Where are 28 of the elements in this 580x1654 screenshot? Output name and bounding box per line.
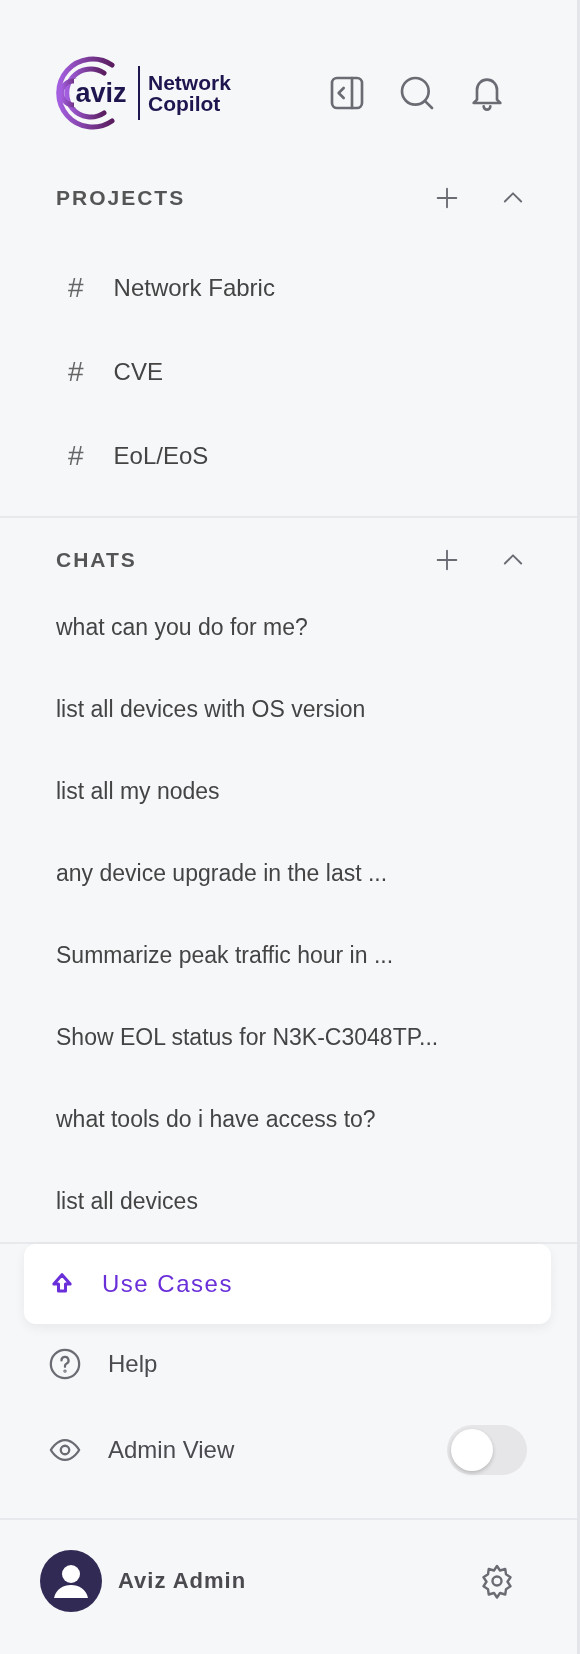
chat-item[interactable]: list all devices [56, 1187, 198, 1215]
hash-icon: # [68, 356, 84, 388]
product-name: Network [148, 72, 231, 93]
settings-button[interactable] [479, 1563, 515, 1599]
user-name: Aviz Admin [118, 1568, 248, 1594]
chat-item[interactable]: list all my nodes [56, 777, 220, 805]
logo-text: aviz [74, 79, 128, 107]
project-item[interactable]: Network Fabric [113, 274, 275, 302]
menu-item[interactable]: Help [24, 1324, 551, 1404]
chat-item[interactable]: list all devices with OS version [56, 695, 366, 723]
avatar-icon [40, 1550, 102, 1612]
product-name: Copilot [148, 93, 222, 114]
chat-item[interactable]: any device upgrade in the last ... [56, 859, 388, 887]
menu-label: Admin View [108, 1436, 236, 1464]
section-heading: CHATS [56, 548, 138, 572]
chat-item[interactable]: what can you do for me? [56, 613, 308, 641]
chat-item[interactable]: Show EOL status for N3K-C3048TP... [56, 1023, 439, 1051]
project-item[interactable]: CVE [113, 358, 163, 386]
section-heading: PROJECTS [56, 186, 187, 210]
menu-item[interactable]: Use Cases [24, 1244, 551, 1324]
hash-icon: # [68, 440, 84, 472]
help-icon [48, 1347, 82, 1381]
settings-icon [479, 1563, 515, 1599]
hash-icon: # [68, 272, 84, 304]
chat-item[interactable]: what tools do i have access to? [56, 1105, 376, 1133]
chat-item[interactable]: Summarize peak traffic hour in ... [56, 941, 394, 969]
toggle-switch[interactable] [447, 1425, 527, 1475]
project-item[interactable]: EoL/EoS [113, 442, 209, 470]
